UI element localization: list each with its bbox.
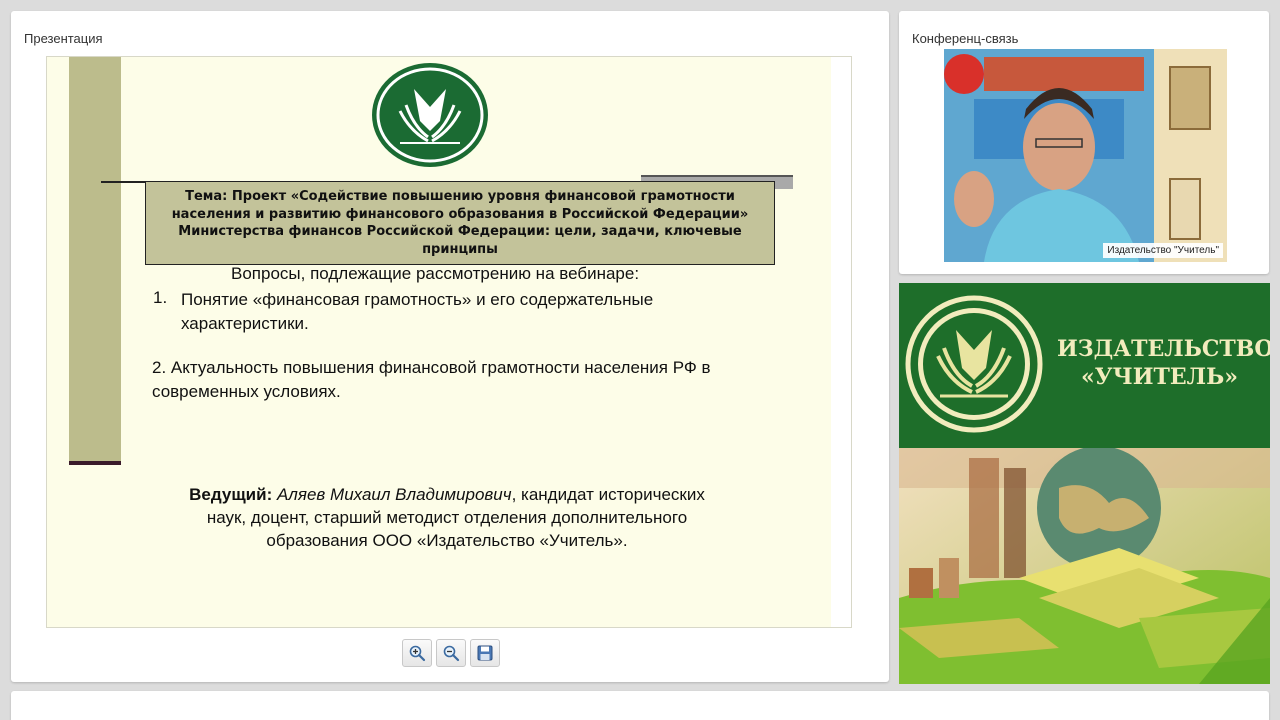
zoom-in-button[interactable] — [402, 639, 432, 667]
floppy-disk-icon — [477, 645, 493, 661]
presentation-panel: Презентация Тема: Проект «Содействие пов… — [11, 11, 889, 682]
conference-panel-title: Конференц-связь — [912, 31, 1019, 46]
publisher-banner-top: ИЗДАТЕЛЬСТВО «УЧИТЕЛЬ» — [899, 283, 1270, 448]
bottom-panel — [11, 691, 1269, 720]
questions-heading: Вопросы, подлежащие рассмотрению на веби… — [231, 264, 640, 283]
publisher-banner-image — [899, 446, 1270, 684]
webcam-feed[interactable]: Издательство "Учитель" — [944, 49, 1227, 262]
question1-number: 1. — [153, 288, 168, 307]
conference-panel: Конференц-связь Издательство "Учитель" — [899, 11, 1269, 274]
zoom-in-icon — [409, 645, 426, 662]
presenter-name: Аляев Михаил Владимирович — [276, 485, 512, 504]
publisher-emblem-icon — [905, 295, 1043, 433]
question1-text: Понятие «финансовая грамотность» и его с… — [181, 290, 654, 333]
camera-caption: Издательство "Учитель" — [1103, 243, 1223, 258]
presenter-label: Ведущий: — [189, 485, 273, 504]
publisher-name: ИЗДАТЕЛЬСТВО «УЧИТЕЛЬ» — [1057, 335, 1270, 391]
publisher-name-line2: «УЧИТЕЛЬ» — [1081, 364, 1238, 390]
zoom-out-button[interactable] — [436, 639, 466, 667]
topic-box: Тема: Проект «Содействие повышению уровн… — [145, 181, 775, 265]
zoom-out-icon — [443, 645, 460, 662]
presenter-info: Ведущий: Аляев Михаил Владимирович, канд… — [177, 483, 717, 552]
slide-topic: Тема: Проект «Содействие повышению уровн… — [171, 189, 749, 257]
save-button[interactable] — [470, 639, 500, 667]
publisher-name-line1: ИЗДАТЕЛЬСТВО — [1057, 336, 1270, 362]
books-globe-illustration — [899, 446, 1270, 684]
slide-left-stripe — [69, 57, 121, 465]
publisher-banner: ИЗДАТЕЛЬСТВО «УЧИТЕЛЬ» — [899, 283, 1270, 684]
presentation-slide: Тема: Проект «Содействие повышению уровн… — [46, 56, 852, 628]
slide-right-edge — [831, 57, 851, 627]
webcam-video — [944, 49, 1227, 262]
presentation-panel-title: Презентация — [24, 31, 103, 46]
slide-toolbar — [402, 639, 500, 669]
publisher-logo-icon — [372, 63, 488, 167]
slide-stripe-footer — [69, 461, 121, 465]
question2-text: 2. Актуальность повышения финансовой гра… — [152, 358, 711, 401]
